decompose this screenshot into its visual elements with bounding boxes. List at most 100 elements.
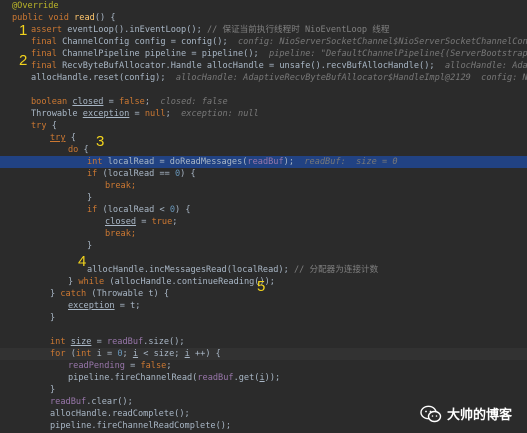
code-text: pipeline.fireChannelRead( bbox=[68, 373, 198, 383]
keyword: final bbox=[31, 49, 57, 59]
code-text: allocHandle.readComplete(); bbox=[50, 409, 190, 419]
inline-debug-hint: config: NioServerSocketChannel$NioServer… bbox=[238, 37, 527, 47]
watermark-text: 大帅的博客 bbox=[446, 408, 512, 423]
code-line: Throwable exception = null; exception: n… bbox=[31, 109, 259, 119]
code-text: = bbox=[91, 337, 107, 347]
keyword: int bbox=[87, 157, 103, 167]
wechat-icon bbox=[420, 405, 442, 422]
code-line: } bbox=[87, 241, 93, 251]
annotation-marker-4: 4 bbox=[78, 253, 87, 270]
code-text: localRead = doReadMessages( bbox=[107, 157, 248, 167]
code-text: () { bbox=[94, 13, 116, 23]
comment: // 保证当前执行线程时 NioEventLoop 线程 bbox=[206, 25, 390, 35]
current-execution-line: int localRead = doReadMessages(readBuf);… bbox=[0, 156, 527, 168]
inline-debug-hint: allocHandle: AdaptiveRecvByteBufAllocato… bbox=[175, 73, 527, 83]
keyword: final bbox=[31, 37, 57, 47]
keyword: if bbox=[87, 169, 98, 179]
inline-debug-hint: readBuf: size = 0 bbox=[304, 157, 398, 167]
keyword: null bbox=[144, 109, 166, 119]
keyword: final bbox=[31, 61, 57, 71]
inline-debug-hint: allocHandle: AdaptiveRecvB bbox=[444, 61, 527, 71]
code-text: = bbox=[129, 109, 145, 119]
field-reference: readBuf bbox=[50, 397, 87, 407]
annotation-marker-5: 5 bbox=[257, 278, 266, 295]
code-text: (allocHandle.continueReading()); bbox=[109, 277, 275, 287]
keyword: for bbox=[50, 349, 66, 359]
field-reference: readBuf bbox=[247, 157, 284, 167]
code-text: allocHandle.incMessagesRead(localRead); bbox=[87, 265, 289, 275]
code-line: break; bbox=[105, 229, 137, 239]
keyword: while bbox=[78, 277, 105, 287]
code-text: = bbox=[136, 217, 152, 227]
code-text: ) { bbox=[175, 205, 191, 215]
field-reference: readBuf bbox=[197, 373, 234, 383]
code-line: if (localRead == 0) { bbox=[0, 168, 527, 180]
code-line: } bbox=[50, 313, 56, 323]
keyword: boolean bbox=[31, 97, 68, 107]
code-line: break; bbox=[105, 181, 137, 191]
code-text: < size; bbox=[138, 349, 185, 359]
code-text: eventLoop().inEventLoop(); bbox=[67, 25, 202, 35]
field-reference: readBuf bbox=[106, 337, 144, 347]
code-text: .clear(); bbox=[86, 397, 133, 407]
annotation-marker-2: 2 bbox=[19, 52, 28, 69]
keyword: int bbox=[75, 349, 92, 359]
code-text: = t; bbox=[114, 301, 141, 311]
comment: // 分配器为连接计数 bbox=[293, 265, 379, 275]
code-text: (Throwable t) { bbox=[91, 289, 170, 299]
code-text: = bbox=[103, 97, 119, 107]
keyword: false bbox=[140, 361, 167, 371]
code-text: )); bbox=[264, 373, 281, 383]
code-line: exception = t; bbox=[0, 300, 527, 312]
code-line: allocHandle.reset(config); allocHandle: … bbox=[0, 72, 527, 84]
code-text: .size(); bbox=[143, 337, 185, 347]
code-line: assert eventLoop().inEventLoop(); // 保证当… bbox=[0, 24, 527, 36]
keyword: if bbox=[87, 205, 98, 215]
code-text: ) { bbox=[180, 169, 196, 179]
code-line: do { bbox=[68, 145, 89, 155]
code-line: } bbox=[87, 193, 93, 203]
keyword: break bbox=[105, 229, 131, 239]
keyword: false bbox=[118, 97, 145, 107]
annotation-marker-1: 1 bbox=[19, 22, 28, 39]
keyword: do bbox=[68, 145, 79, 155]
keyword: try bbox=[31, 121, 47, 131]
inline-debug-hint: closed: false bbox=[160, 97, 228, 107]
code-text: .get( bbox=[233, 373, 260, 383]
code-editor[interactable]: @Override public void read() { assert ev… bbox=[0, 0, 527, 433]
code-line: readPending = false; bbox=[68, 361, 172, 371]
keyword: catch bbox=[60, 289, 87, 299]
code-line: final ChannelPipeline pipeline = pipelin… bbox=[0, 48, 527, 60]
watermark: 大帅的博客 bbox=[420, 404, 512, 423]
variable: exception bbox=[68, 301, 115, 311]
code-text: (localRead == bbox=[102, 169, 175, 179]
code-text: ++) { bbox=[189, 349, 221, 359]
code-text: i = bbox=[91, 349, 118, 359]
code-text: ); bbox=[283, 157, 294, 167]
annotation-marker-3: 3 bbox=[96, 133, 105, 150]
variable: exception bbox=[82, 109, 130, 119]
method-name: read bbox=[74, 13, 95, 23]
code-line: try { bbox=[31, 121, 57, 131]
code-line: if (localRead < 0) { bbox=[0, 204, 527, 216]
variable: closed bbox=[72, 97, 104, 107]
annotation-override: @Override bbox=[12, 1, 59, 11]
code-text: Throwable bbox=[31, 109, 78, 119]
code-text: = bbox=[124, 361, 141, 371]
variable: closed bbox=[105, 217, 137, 227]
keyword: assert bbox=[31, 25, 63, 35]
code-line: try { bbox=[50, 133, 76, 143]
code-line: closed = true; bbox=[105, 217, 178, 227]
code-line: @Override bbox=[0, 0, 527, 12]
inline-debug-hint: pipeline: "DefaultChannelPipeline{(Serve… bbox=[269, 49, 527, 59]
keyword: int bbox=[50, 337, 66, 347]
code-line: pipeline.fireChannelRead(readBuf.get(i))… bbox=[0, 372, 527, 384]
code-line: public void read() { bbox=[0, 12, 527, 24]
variable: size bbox=[70, 337, 92, 347]
code-text: ChannelConfig config = config(); bbox=[62, 37, 228, 47]
code-line: } bbox=[50, 385, 56, 395]
code-line: final ChannelConfig config = config(); c… bbox=[0, 36, 527, 48]
keyword: try bbox=[50, 133, 66, 143]
code-text: allocHandle.reset(config); bbox=[31, 73, 166, 83]
code-text: (localRead < bbox=[102, 205, 170, 215]
